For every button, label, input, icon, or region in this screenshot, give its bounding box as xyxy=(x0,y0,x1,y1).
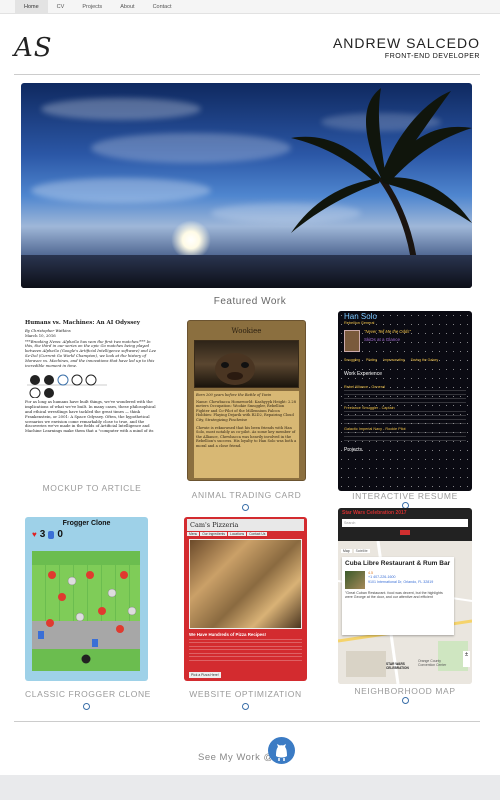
project-card-article[interactable]: Humans vs. Machines: An AI Odyssey By Ch… xyxy=(25,318,159,493)
nav-cv[interactable]: CV xyxy=(48,0,74,13)
github-link-icon[interactable] xyxy=(401,697,409,704)
map-zoom-controls[interactable]: ± xyxy=(463,651,470,667)
nav-about[interactable]: About xyxy=(111,0,143,13)
article-thumbnail[interactable]: Humans vs. Machines: An AI Odyssey By Ch… xyxy=(25,318,159,482)
chewbacca-photo xyxy=(194,340,299,388)
footer-band xyxy=(0,775,500,800)
pizzeria-nav-item[interactable]: Locations xyxy=(227,532,247,536)
logo[interactable]: AS xyxy=(14,33,53,63)
nav-contact[interactable]: Contact xyxy=(144,0,181,13)
pizzeria-tagline: We Have Hundreds of Pizza Recipes! xyxy=(189,632,267,637)
wookiee-footer: Chewie is reknowned that his been friend… xyxy=(196,425,297,448)
github-link-icon[interactable] xyxy=(83,703,90,710)
star-wars-logo: STAR WARS CELEBRATION xyxy=(386,662,409,670)
resume-section-projects: Projects xyxy=(344,446,363,453)
pizzeria-nav-item[interactable]: Contact Us xyxy=(247,532,268,536)
place-review: "Great Cuban Restaurant. food was decent… xyxy=(345,590,443,600)
map-menu-button[interactable] xyxy=(400,530,410,535)
map-thumbnail[interactable]: Star Wars Celebration 2017 Search Map Sa… xyxy=(338,508,472,684)
frogger-board xyxy=(32,551,140,671)
article-headline: Humans vs. Machines: An AI Odyssey xyxy=(25,320,140,326)
project-caption[interactable]: ANIMAL TRADING CARD xyxy=(187,490,306,500)
chewbacca-face-icon xyxy=(215,353,255,385)
site-owner-role: FRONT-END DEVELOPER xyxy=(384,53,480,60)
github-link-icon[interactable] xyxy=(242,703,249,710)
see-my-work-text: See My Work @ xyxy=(198,752,274,763)
project-card-animal-trading[interactable]: Wookiee Born 200 years before the Battle… xyxy=(187,320,321,511)
project-card-frogger[interactable]: Frogger Clone ♥ 3 0 CLASSIC FROGGER CLON… xyxy=(25,517,159,710)
shoreline xyxy=(21,255,472,288)
frogger-title: Frogger Clone xyxy=(62,520,111,527)
article-date: March 10, 2016 xyxy=(25,332,56,338)
pizzeria-nav-item[interactable]: Menu xyxy=(187,532,200,536)
pizzeria-thumbnail[interactable]: Cam's Pizzeria Menu Our Ingredients Loca… xyxy=(184,517,307,681)
map-search-input[interactable]: Search xyxy=(342,519,468,527)
article-lead: ***Breaking News: AlphaGo has won the fi… xyxy=(25,338,157,368)
project-caption[interactable]: MOCKUP TO ARTICLE xyxy=(25,483,159,493)
map-tab-satellite[interactable]: Satellite xyxy=(353,549,370,553)
wookiee-details-panel: Born 200 years before the Battle of Yavi… xyxy=(194,391,299,478)
resume-skill: Piloting xyxy=(366,357,378,362)
project-card-interactive-resume[interactable]: Han Solo Rebellion General "Never Tell M… xyxy=(338,311,472,509)
project-caption[interactable]: CLASSIC FROGGER CLONE xyxy=(25,689,150,699)
github-link-icon[interactable] xyxy=(242,504,249,511)
resume-skill: Saving the Galaxy xyxy=(410,357,439,362)
gem-icon xyxy=(48,530,55,539)
map-landmark: Orange County Convention Center xyxy=(418,659,447,667)
header-divider xyxy=(14,74,480,75)
nav-projects[interactable]: Projects xyxy=(73,0,111,13)
footer-divider xyxy=(14,721,480,722)
map-tab-map[interactable]: Map xyxy=(341,549,352,553)
project-card-pizza[interactable]: Cam's Pizzeria Menu Our Ingredients Loca… xyxy=(184,517,318,710)
wookiee-title: Wookiee xyxy=(231,327,262,335)
frogger-sprites xyxy=(38,571,137,664)
project-card-neighborhood-map[interactable]: Star Wars Celebration 2017 Search Map Sa… xyxy=(338,508,472,704)
resume-name: Han Solo xyxy=(344,312,377,321)
resume-thumbnail[interactable]: Han Solo Rebellion General "Never Tell M… xyxy=(338,311,472,491)
resume-quote: "Never Tell Me the Odds" xyxy=(364,328,411,334)
resume-section-work: Work Experience xyxy=(344,371,382,378)
wookiee-subtitle: Born 200 years before the Battle of Yavi… xyxy=(196,393,272,397)
resume-avatar xyxy=(344,329,360,352)
wookiee-details: Name: Chewbacca Homeworld: Kashyyyk Heig… xyxy=(196,399,297,422)
article-body: For as long as humans have built things,… xyxy=(25,399,156,434)
wookiee-card-thumbnail[interactable]: Wookiee Born 200 years before the Battle… xyxy=(187,320,306,481)
featured-work-title: Featured Work xyxy=(213,296,287,307)
site-owner-name: ANDREW SALCEDO xyxy=(332,35,480,51)
frogger-lives: 3 xyxy=(39,529,46,540)
pizzeria-nav-item[interactable]: Our Ingredients xyxy=(200,532,227,536)
resume-skill: Smuggling xyxy=(344,357,361,362)
place-infowindow: Cuba Libre Restaurant & Rum Bar 4.5 +1 4… xyxy=(342,557,454,635)
go-board-icon xyxy=(27,374,107,399)
hero-image xyxy=(21,83,472,288)
place-address: 9101 International Dr, Orlando, FL 32819 xyxy=(368,579,434,584)
pizza-photo xyxy=(189,539,302,629)
resume-role: Rebellion General xyxy=(344,320,375,325)
resume-skill: Impersonating xyxy=(383,357,405,362)
resume-tagline: SkiDs at a Glance xyxy=(364,337,401,343)
pizzeria-title: Cam's Pizzeria xyxy=(187,519,304,531)
place-name: Cuba Libre Restaurant & Rum Bar xyxy=(345,560,451,567)
nav-home[interactable]: Home xyxy=(15,0,48,13)
frogger-score: 0 xyxy=(57,529,63,540)
pick-pizza-button[interactable]: Pick a Pizza Here! xyxy=(189,672,221,678)
project-caption[interactable]: NEIGHBORHOOD MAP xyxy=(338,686,472,696)
github-octocat-icon[interactable] xyxy=(268,737,295,764)
map-header: Star Wars Celebration 2017 xyxy=(342,510,407,516)
project-caption[interactable]: INTERACTIVE RESUME xyxy=(338,491,472,501)
place-photo xyxy=(345,570,365,589)
frogger-thumbnail[interactable]: Frogger Clone ♥ 3 0 xyxy=(25,517,148,681)
project-caption[interactable]: WEBSITE OPTIMIZATION xyxy=(184,689,307,699)
octocat-glyph xyxy=(269,738,294,763)
heart-icon: ♥ xyxy=(32,530,37,539)
top-navbar: Home CV Projects About Contact xyxy=(0,0,500,14)
